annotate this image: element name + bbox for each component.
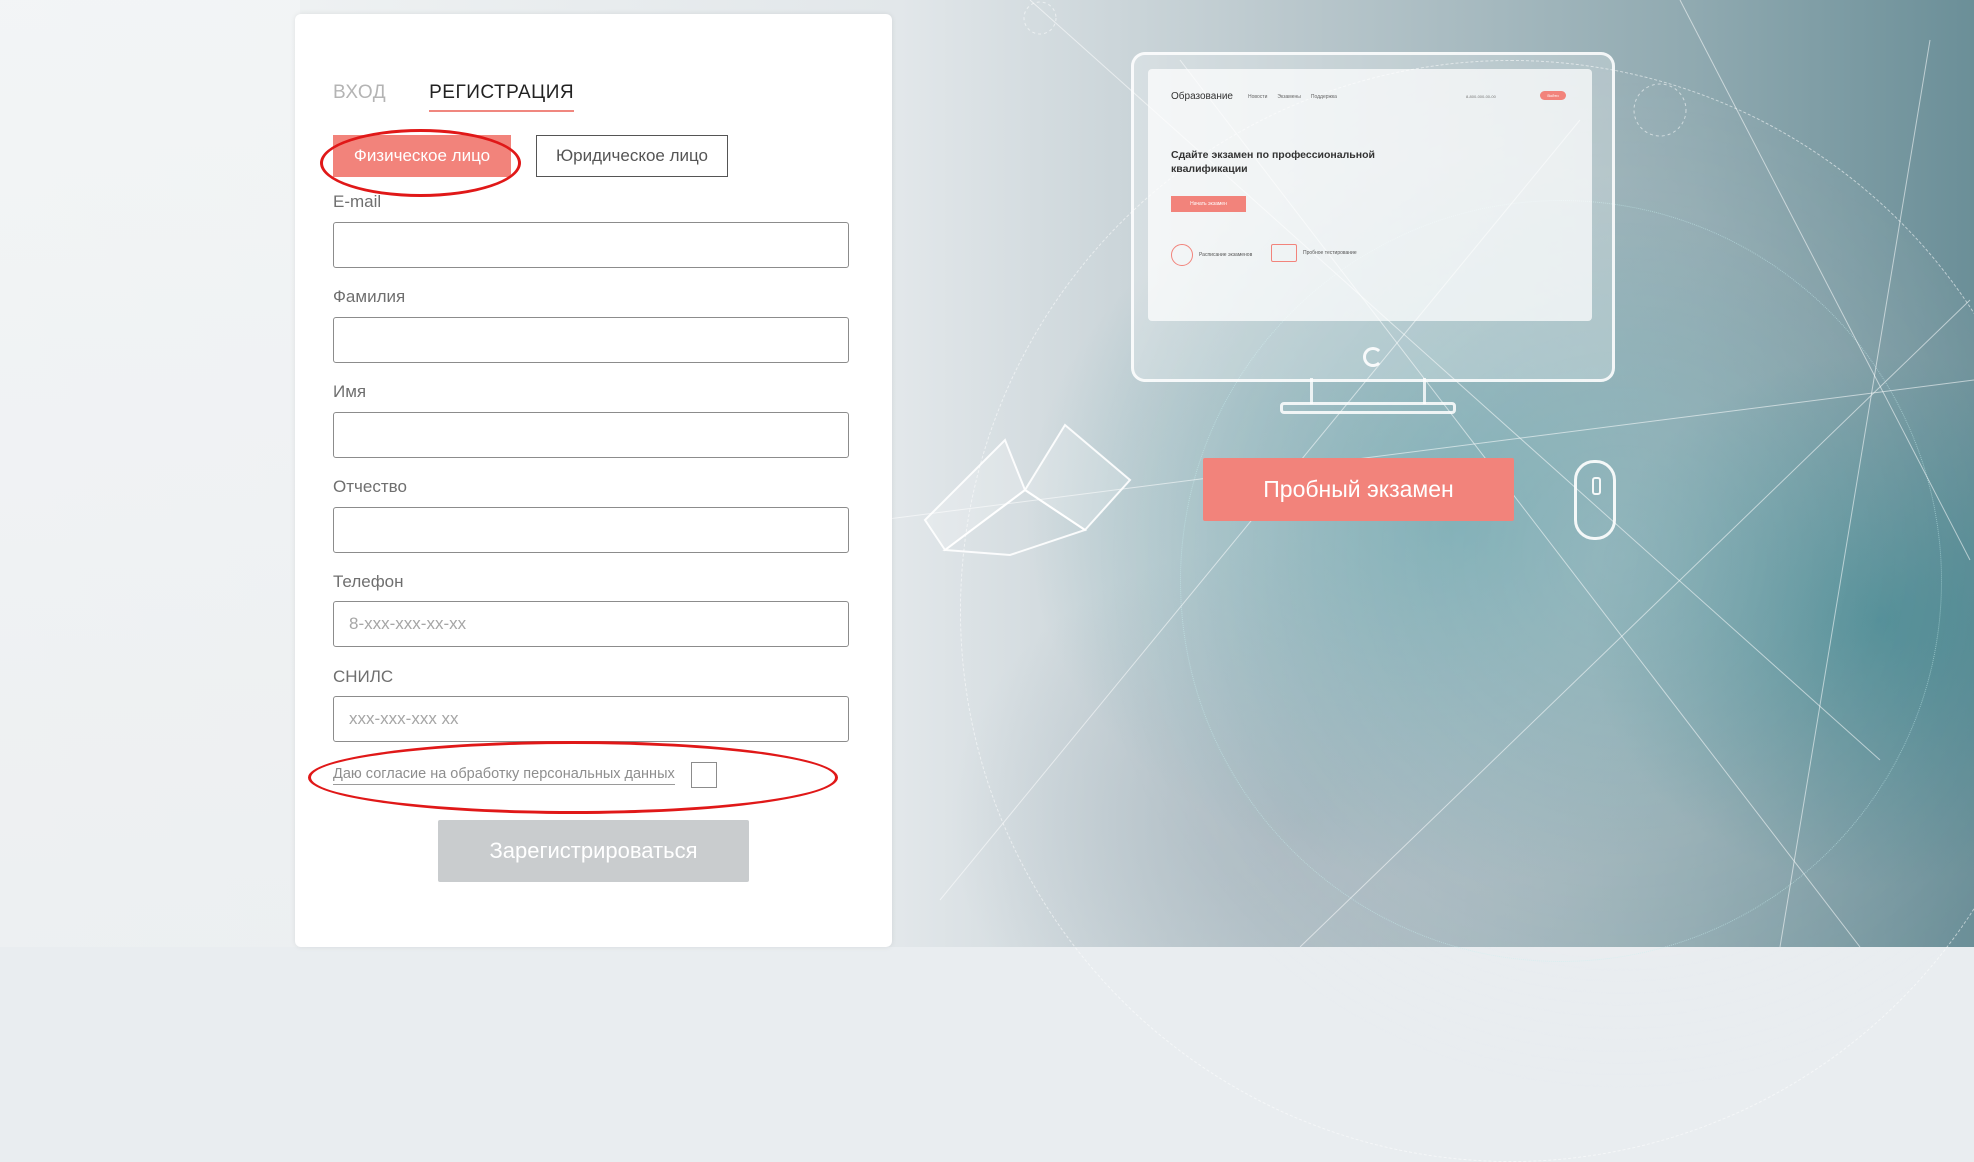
mouse-illustration xyxy=(1574,460,1616,540)
screen-feature: Пробное тестирование xyxy=(1271,244,1357,262)
background-left-fade xyxy=(0,0,300,947)
screen-title: Сдайте экзамен по профессиональной квали… xyxy=(1171,149,1375,175)
monitor-screen: Образование Новости Экзамены Поддержка 8… xyxy=(1148,69,1592,321)
screen-feature-label: Расписание экзаменов xyxy=(1199,252,1253,258)
phone-label: Телефон xyxy=(333,572,404,591)
snils-label: СНИЛС xyxy=(333,667,394,686)
tab-login[interactable]: ВХОД xyxy=(333,82,386,112)
gear-icon xyxy=(1171,244,1193,266)
firstname-field[interactable] xyxy=(333,412,849,458)
power-icon xyxy=(1363,347,1383,367)
screen-nav-item: Экзамены xyxy=(1277,94,1301,100)
screen-nav-item: Поддержка xyxy=(1310,94,1337,100)
screen-brand: Образование xyxy=(1171,91,1233,102)
laptop-icon xyxy=(1271,244,1297,262)
monitor-illustration: Образование Новости Экзамены Поддержка 8… xyxy=(1131,52,1615,382)
email-label: E-mail xyxy=(333,192,382,211)
monitor-stand xyxy=(1310,378,1426,404)
mouse-wheel xyxy=(1592,477,1601,495)
legal-entity-button[interactable]: Юридическое лицо xyxy=(536,135,728,177)
lastname-field[interactable] xyxy=(333,317,849,363)
patronymic-label: Отчество xyxy=(333,477,407,496)
screen-login-button: Войти xyxy=(1540,91,1566,100)
auth-tabs: ВХОД РЕГИСТРАЦИЯ xyxy=(333,82,575,112)
highlight-ellipse-consent xyxy=(308,741,838,814)
screen-cta-button: Начать экзамен xyxy=(1171,196,1246,212)
screen-nav: Новости Экзамены Поддержка xyxy=(1248,94,1337,100)
screen-feature: Расписание экзаменов xyxy=(1171,244,1252,266)
open-book-illustration xyxy=(923,423,1132,557)
register-button[interactable]: Зарегистрироваться xyxy=(438,820,749,882)
snils-field[interactable] xyxy=(333,696,849,742)
screen-nav-item: Новости xyxy=(1248,94,1268,100)
lastname-label: Фамилия xyxy=(333,287,406,306)
highlight-ellipse-person-type xyxy=(320,129,521,197)
phone-field[interactable] xyxy=(333,601,849,647)
firstname-label: Имя xyxy=(333,382,367,401)
screen-phone: 8-800-000-00-00 xyxy=(1466,94,1496,99)
monitor-stand-base xyxy=(1280,402,1456,414)
trial-exam-button[interactable]: Пробный экзамен xyxy=(1203,458,1514,521)
tab-register[interactable]: РЕГИСТРАЦИЯ xyxy=(429,82,575,112)
email-field[interactable] xyxy=(333,222,849,268)
screen-feature-label: Пробное тестирование xyxy=(1303,250,1357,256)
patronymic-field[interactable] xyxy=(333,507,849,553)
